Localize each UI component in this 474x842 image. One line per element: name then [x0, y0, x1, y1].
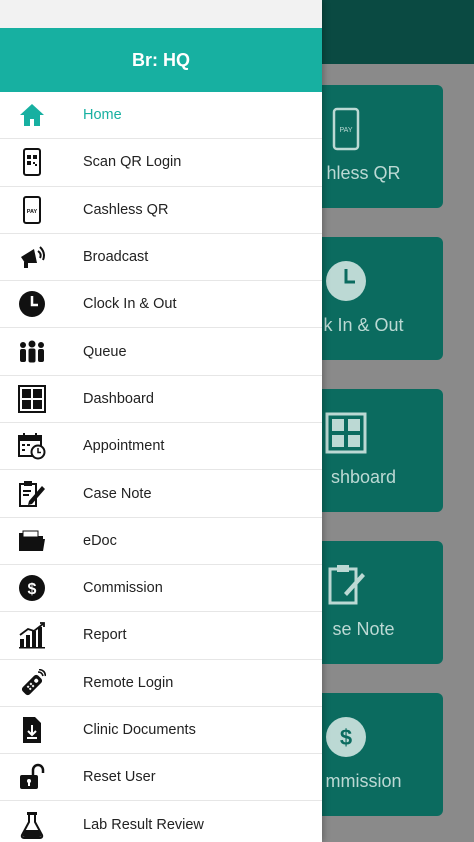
menu-item-label: Clock In & Out	[83, 296, 177, 313]
dollar-circle-icon: $	[17, 573, 47, 603]
menu-item-label: Lab Result Review	[83, 816, 204, 833]
menu-item-reset-user[interactable]: Reset User	[0, 754, 322, 802]
menu-item-home[interactable]: Home	[0, 92, 322, 140]
menu-item-broadcast[interactable]: Broadcast	[0, 234, 322, 282]
menu-item-cashless-qr[interactable]: PAY Cashless QR	[0, 187, 322, 234]
menu-item-appointment[interactable]: Appointment	[0, 423, 322, 471]
document-download-icon	[17, 715, 47, 745]
menu-item-dashboard[interactable]: Dashboard	[0, 376, 322, 424]
drawer-header: Br: HQ	[0, 28, 322, 92]
menu-item-edoc[interactable]: eDoc	[0, 518, 322, 565]
menu-item-label: Home	[83, 107, 122, 124]
menu-item-queue[interactable]: Queue	[0, 328, 322, 376]
menu-item-label: Queue	[83, 343, 127, 360]
navigation-drawer: Br: HQ Home Scan QR Login PAY Cashless Q…	[0, 0, 322, 842]
svg-text:PAY: PAY	[27, 209, 38, 215]
pay-phone-icon: PAY	[332, 107, 360, 151]
flask-icon	[17, 810, 47, 840]
unlock-icon	[17, 762, 47, 792]
menu-item-clock-in-out[interactable]: Clock In & Out	[0, 281, 322, 329]
status-bar	[0, 0, 322, 28]
menu-item-label: Broadcast	[83, 249, 149, 266]
svg-text:$: $	[28, 581, 37, 598]
home-icon	[17, 100, 47, 130]
menu-item-remote-login[interactable]: Remote Login	[0, 660, 322, 707]
folder-icon	[17, 526, 47, 556]
menu-item-label: eDoc	[83, 532, 117, 549]
clock-icon	[17, 289, 47, 319]
menu-item-label: Report	[83, 627, 127, 644]
calendar-clock-icon	[17, 431, 47, 461]
menu-item-label: Commission	[83, 580, 163, 597]
menu-item-label: Reset User	[83, 769, 156, 786]
branch-title: Br: HQ	[132, 49, 190, 70]
remote-control-icon	[17, 668, 47, 698]
megaphone-icon	[17, 242, 47, 272]
qr-scan-icon	[17, 147, 47, 177]
menu-item-label: Appointment	[83, 438, 165, 455]
bar-chart-icon	[17, 620, 47, 650]
menu-item-label: Cashless QR	[83, 201, 169, 218]
menu-item-report[interactable]: Report	[0, 612, 322, 660]
svg-text:PAY: PAY	[340, 127, 353, 134]
dashboard-grid-icon	[325, 412, 367, 454]
clock-icon	[326, 261, 366, 301]
menu-item-lab-result-review[interactable]: Lab Result Review	[0, 801, 322, 842]
dashboard-grid-icon	[17, 384, 47, 414]
clipboard-pen-icon	[17, 479, 47, 509]
menu-item-scan-qr-login[interactable]: Scan QR Login	[0, 139, 322, 187]
svg-text:$: $	[340, 725, 352, 750]
menu-item-label: Case Note	[83, 485, 152, 502]
pay-phone-icon: PAY	[17, 195, 47, 225]
menu-item-label: Clinic Documents	[83, 722, 196, 738]
menu-item-clinic-documents[interactable]: Clinic Documents	[0, 707, 322, 755]
menu-item-case-note[interactable]: Case Note	[0, 470, 322, 518]
menu-item-label: Remote Login	[83, 674, 174, 691]
clipboard-pen-icon	[328, 565, 365, 605]
dollar-circle-icon: $	[326, 717, 366, 757]
drawer-menu: Home Scan QR Login PAY Cashless QR Broad…	[0, 92, 322, 842]
people-queue-icon	[17, 337, 47, 367]
menu-item-label: Scan QR Login	[83, 154, 182, 171]
menu-item-commission[interactable]: $ Commission	[0, 565, 322, 613]
menu-item-label: Dashboard	[83, 390, 154, 407]
